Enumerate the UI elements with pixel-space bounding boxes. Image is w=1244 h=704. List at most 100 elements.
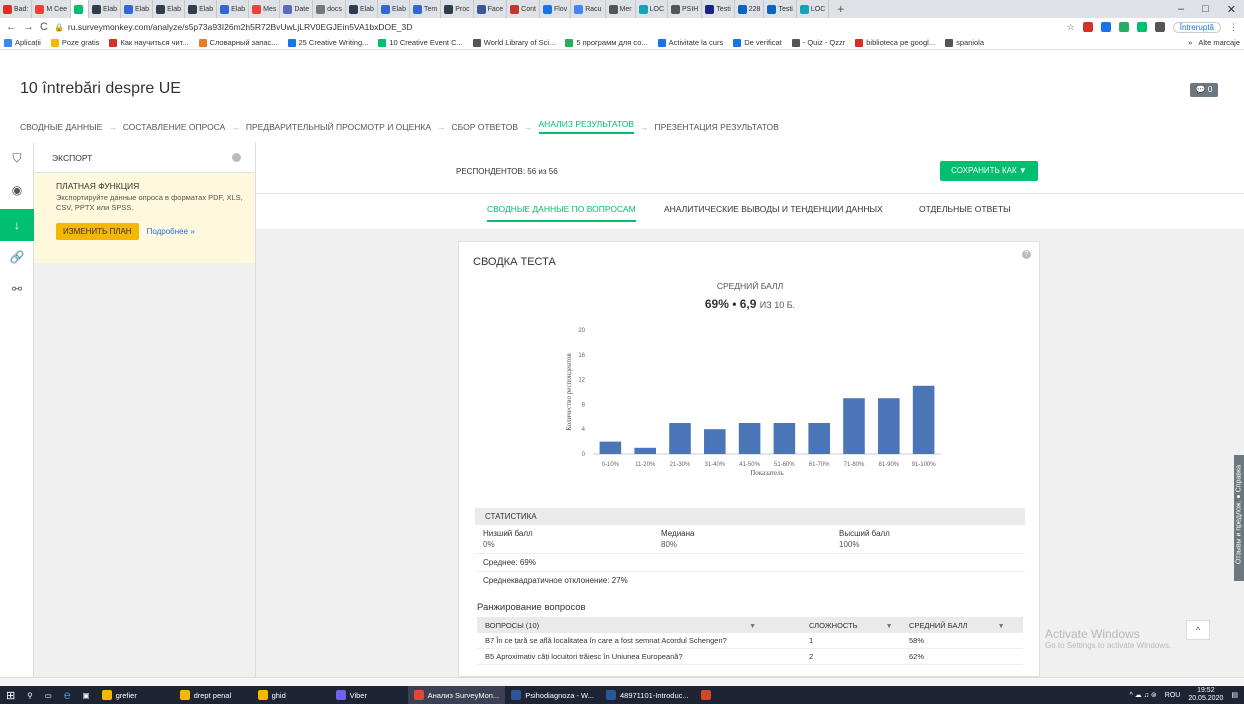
browser-tab[interactable]: Testi	[764, 0, 797, 18]
learn-more-link[interactable]: Подробнее »	[147, 227, 195, 236]
tab-insights-trends[interactable]: АНАЛИТИЧЕСКИЕ ВЫВОДЫ И ТЕНДЕНЦИИ ДАННЫХ	[664, 204, 883, 214]
questions-column-header[interactable]: ВОПРОСЫ (10) ▼	[477, 621, 803, 630]
browser-tab[interactable]: Date	[280, 0, 314, 18]
upgrade-plan-button[interactable]: ИЗМЕНИТЬ ПЛАН	[56, 223, 139, 240]
share-icon[interactable]: ⚯	[0, 278, 34, 300]
clock[interactable]: 19:52 20.05.2020	[1188, 687, 1223, 703]
extension-icon[interactable]	[1100, 22, 1111, 32]
taskbar-app[interactable]: Viber	[330, 686, 408, 704]
browser-tab[interactable]: LOC	[636, 0, 669, 18]
dropdown-caret-icon[interactable]: ▼	[998, 623, 1005, 630]
browser-tab[interactable]: Face	[474, 0, 508, 18]
survey-step[interactable]: СОСТАВЛЕНИЕ ОПРОСА	[123, 122, 226, 132]
browser-tab[interactable]: Mes	[249, 0, 281, 18]
browser-tab[interactable]: Elab	[217, 0, 250, 18]
store-icon[interactable]: ▣	[77, 686, 96, 704]
bookmark-item[interactable]: Activitate la curs	[657, 38, 723, 47]
browser-tab[interactable]: PSIH	[668, 0, 703, 18]
task-view-icon[interactable]: ▭	[39, 686, 58, 704]
taskbar-app[interactable]	[695, 686, 773, 704]
taskbar-app[interactable]: Анализ SurveyMon...	[407, 686, 506, 704]
bookmark-item[interactable]: 25 Creative Writing...	[287, 38, 368, 47]
browser-tab[interactable]: Elab	[378, 0, 410, 18]
edge-icon[interactable]: e	[58, 686, 77, 704]
bookmark-item[interactable]: Poze gratis	[50, 38, 99, 47]
eye-icon[interactable]: ◉	[0, 179, 34, 201]
bookmark-item[interactable]: 10 Creative Event C...	[378, 38, 463, 47]
table-row[interactable]: В7 În ce țară se află localitatea în car…	[477, 633, 1023, 649]
bookmarks-overflow[interactable]: »	[1188, 38, 1192, 47]
browser-tab[interactable]: docs	[313, 0, 346, 18]
survey-step[interactable]: СВОДНЫЕ ДАННЫЕ	[20, 122, 102, 132]
start-icon[interactable]: ⊞	[0, 686, 21, 704]
taskbar-app[interactable]: 48971101-Introduc...	[600, 686, 695, 704]
minimize-icon[interactable]: –	[1178, 3, 1184, 16]
browser-tab[interactable]: Elab	[121, 0, 154, 18]
horizontal-scrollbar[interactable]	[0, 677, 1244, 686]
new-tab-button[interactable]: +	[829, 2, 852, 16]
bookmark-star-icon[interactable]: ☆	[1067, 22, 1075, 33]
profile-button[interactable]: Întreruptă	[1172, 21, 1221, 33]
browser-tab[interactable]: Elab	[185, 0, 218, 18]
notifications-icon[interactable]: ▤	[1231, 691, 1238, 699]
back-icon[interactable]: ←	[6, 21, 17, 33]
browser-tab[interactable]: Proc	[441, 0, 474, 18]
link-icon[interactable]: 🔗	[0, 246, 34, 268]
save-as-button[interactable]: СОХРАНИТЬ КАК ▼	[940, 161, 1038, 181]
taskbar-app[interactable]: ghid	[252, 686, 330, 704]
comments-button[interactable]: 💬 0	[1190, 83, 1218, 97]
browser-tab[interactable]: Elab	[89, 0, 122, 18]
export-download-icon[interactable]: ↓	[0, 209, 34, 241]
bookmark-item[interactable]: Словарный запас...	[198, 38, 278, 47]
difficulty-column-header[interactable]: СЛОЖНОСТЬ ▼	[803, 621, 903, 630]
menu-icon[interactable]: ⋮	[1229, 22, 1238, 33]
browser-tab[interactable]: Cont	[507, 0, 540, 18]
dropdown-caret-icon[interactable]: ▼	[749, 623, 756, 630]
survey-step[interactable]: ПРЕЗЕНТАЦИЯ РЕЗУЛЬТАТОВ	[654, 122, 778, 132]
survey-step[interactable]: ПРЕДВАРИТЕЛЬНЫЙ ПРОСМОТР И ОЦЕНКА	[246, 122, 431, 132]
extension-icon[interactable]	[1118, 22, 1129, 32]
bookmark-item[interactable]: De verificat	[733, 38, 782, 47]
help-icon[interactable]: ?	[1022, 250, 1031, 259]
browser-tab[interactable]: LOC	[797, 0, 830, 18]
browser-tab[interactable]: 228	[735, 0, 765, 18]
dropdown-caret-icon[interactable]: ▼	[886, 623, 893, 630]
tab-individual-responses[interactable]: ОТДЕЛЬНЫЕ ОТВЕТЫ	[919, 204, 1011, 214]
taskbar-app[interactable]: grefier	[96, 686, 174, 704]
close-icon[interactable]: ✕	[1227, 3, 1236, 16]
bookmark-item[interactable]: spaniola	[945, 38, 984, 47]
maximize-icon[interactable]: □	[1202, 3, 1209, 16]
browser-tab[interactable]: Bad:	[0, 0, 33, 18]
browser-tab[interactable]: Racu	[571, 0, 606, 18]
tab-question-summaries[interactable]: СВОДНЫЕ ДАННЫЕ ПО ВОПРОСАМ	[487, 204, 636, 222]
bookmark-item[interactable]: 5 программ для со...	[565, 38, 648, 47]
reload-icon[interactable]: C	[40, 21, 48, 33]
search-icon[interactable]: ⚲	[21, 686, 39, 704]
url-field[interactable]: 🔒 ru.surveymonkey.com/analyze/s5p73a93I2…	[54, 20, 1061, 34]
table-row[interactable]: В5 Aproximativ câți locuitori trăiesc în…	[477, 649, 1023, 665]
browser-tab[interactable]: Elab	[346, 0, 378, 18]
filter-icon[interactable]: ⛉	[0, 147, 34, 169]
bookmark-item[interactable]: World Library of Sci...	[472, 38, 555, 47]
browser-tab[interactable]: Flov	[540, 0, 572, 18]
taskbar-app[interactable]: drept penal	[174, 686, 252, 704]
browser-tab[interactable]: Testi	[702, 0, 735, 18]
browser-tab[interactable]: Tem	[410, 0, 442, 18]
taskbar-app[interactable]: Psihodiagnoza - W...	[505, 686, 600, 704]
survey-step[interactable]: СБОР ОТВЕТОВ	[452, 122, 519, 132]
bookmark-item[interactable]: Как научиться чит...	[109, 38, 189, 47]
language-indicator[interactable]: ROU	[1165, 692, 1181, 699]
scroll-to-top-button[interactable]: ^	[1186, 620, 1210, 640]
forward-icon[interactable]: →	[23, 21, 34, 33]
extension-icon[interactable]	[1082, 22, 1093, 32]
avg-score-column-header[interactable]: СРЕДНИЙ БАЛЛ ▼	[903, 621, 1023, 630]
bookmark-item[interactable]: biblioteca pe googl...	[855, 38, 935, 47]
browser-tab[interactable]: M Cee	[32, 0, 72, 18]
bookmark-item[interactable]: - Quiz - Qzzr	[791, 38, 845, 47]
browser-tab[interactable]: Mer	[606, 0, 636, 18]
feedback-help-tab[interactable]: Отзывы и предлож. ● Справка	[1234, 455, 1244, 581]
other-bookmarks[interactable]: Alte marcaje	[1198, 38, 1240, 47]
tray-icons[interactable]: ^ ☁ ♫ ⊚	[1130, 691, 1157, 699]
bookmark-item[interactable]: Aplicații	[4, 38, 41, 47]
browser-tab[interactable]	[71, 0, 90, 18]
